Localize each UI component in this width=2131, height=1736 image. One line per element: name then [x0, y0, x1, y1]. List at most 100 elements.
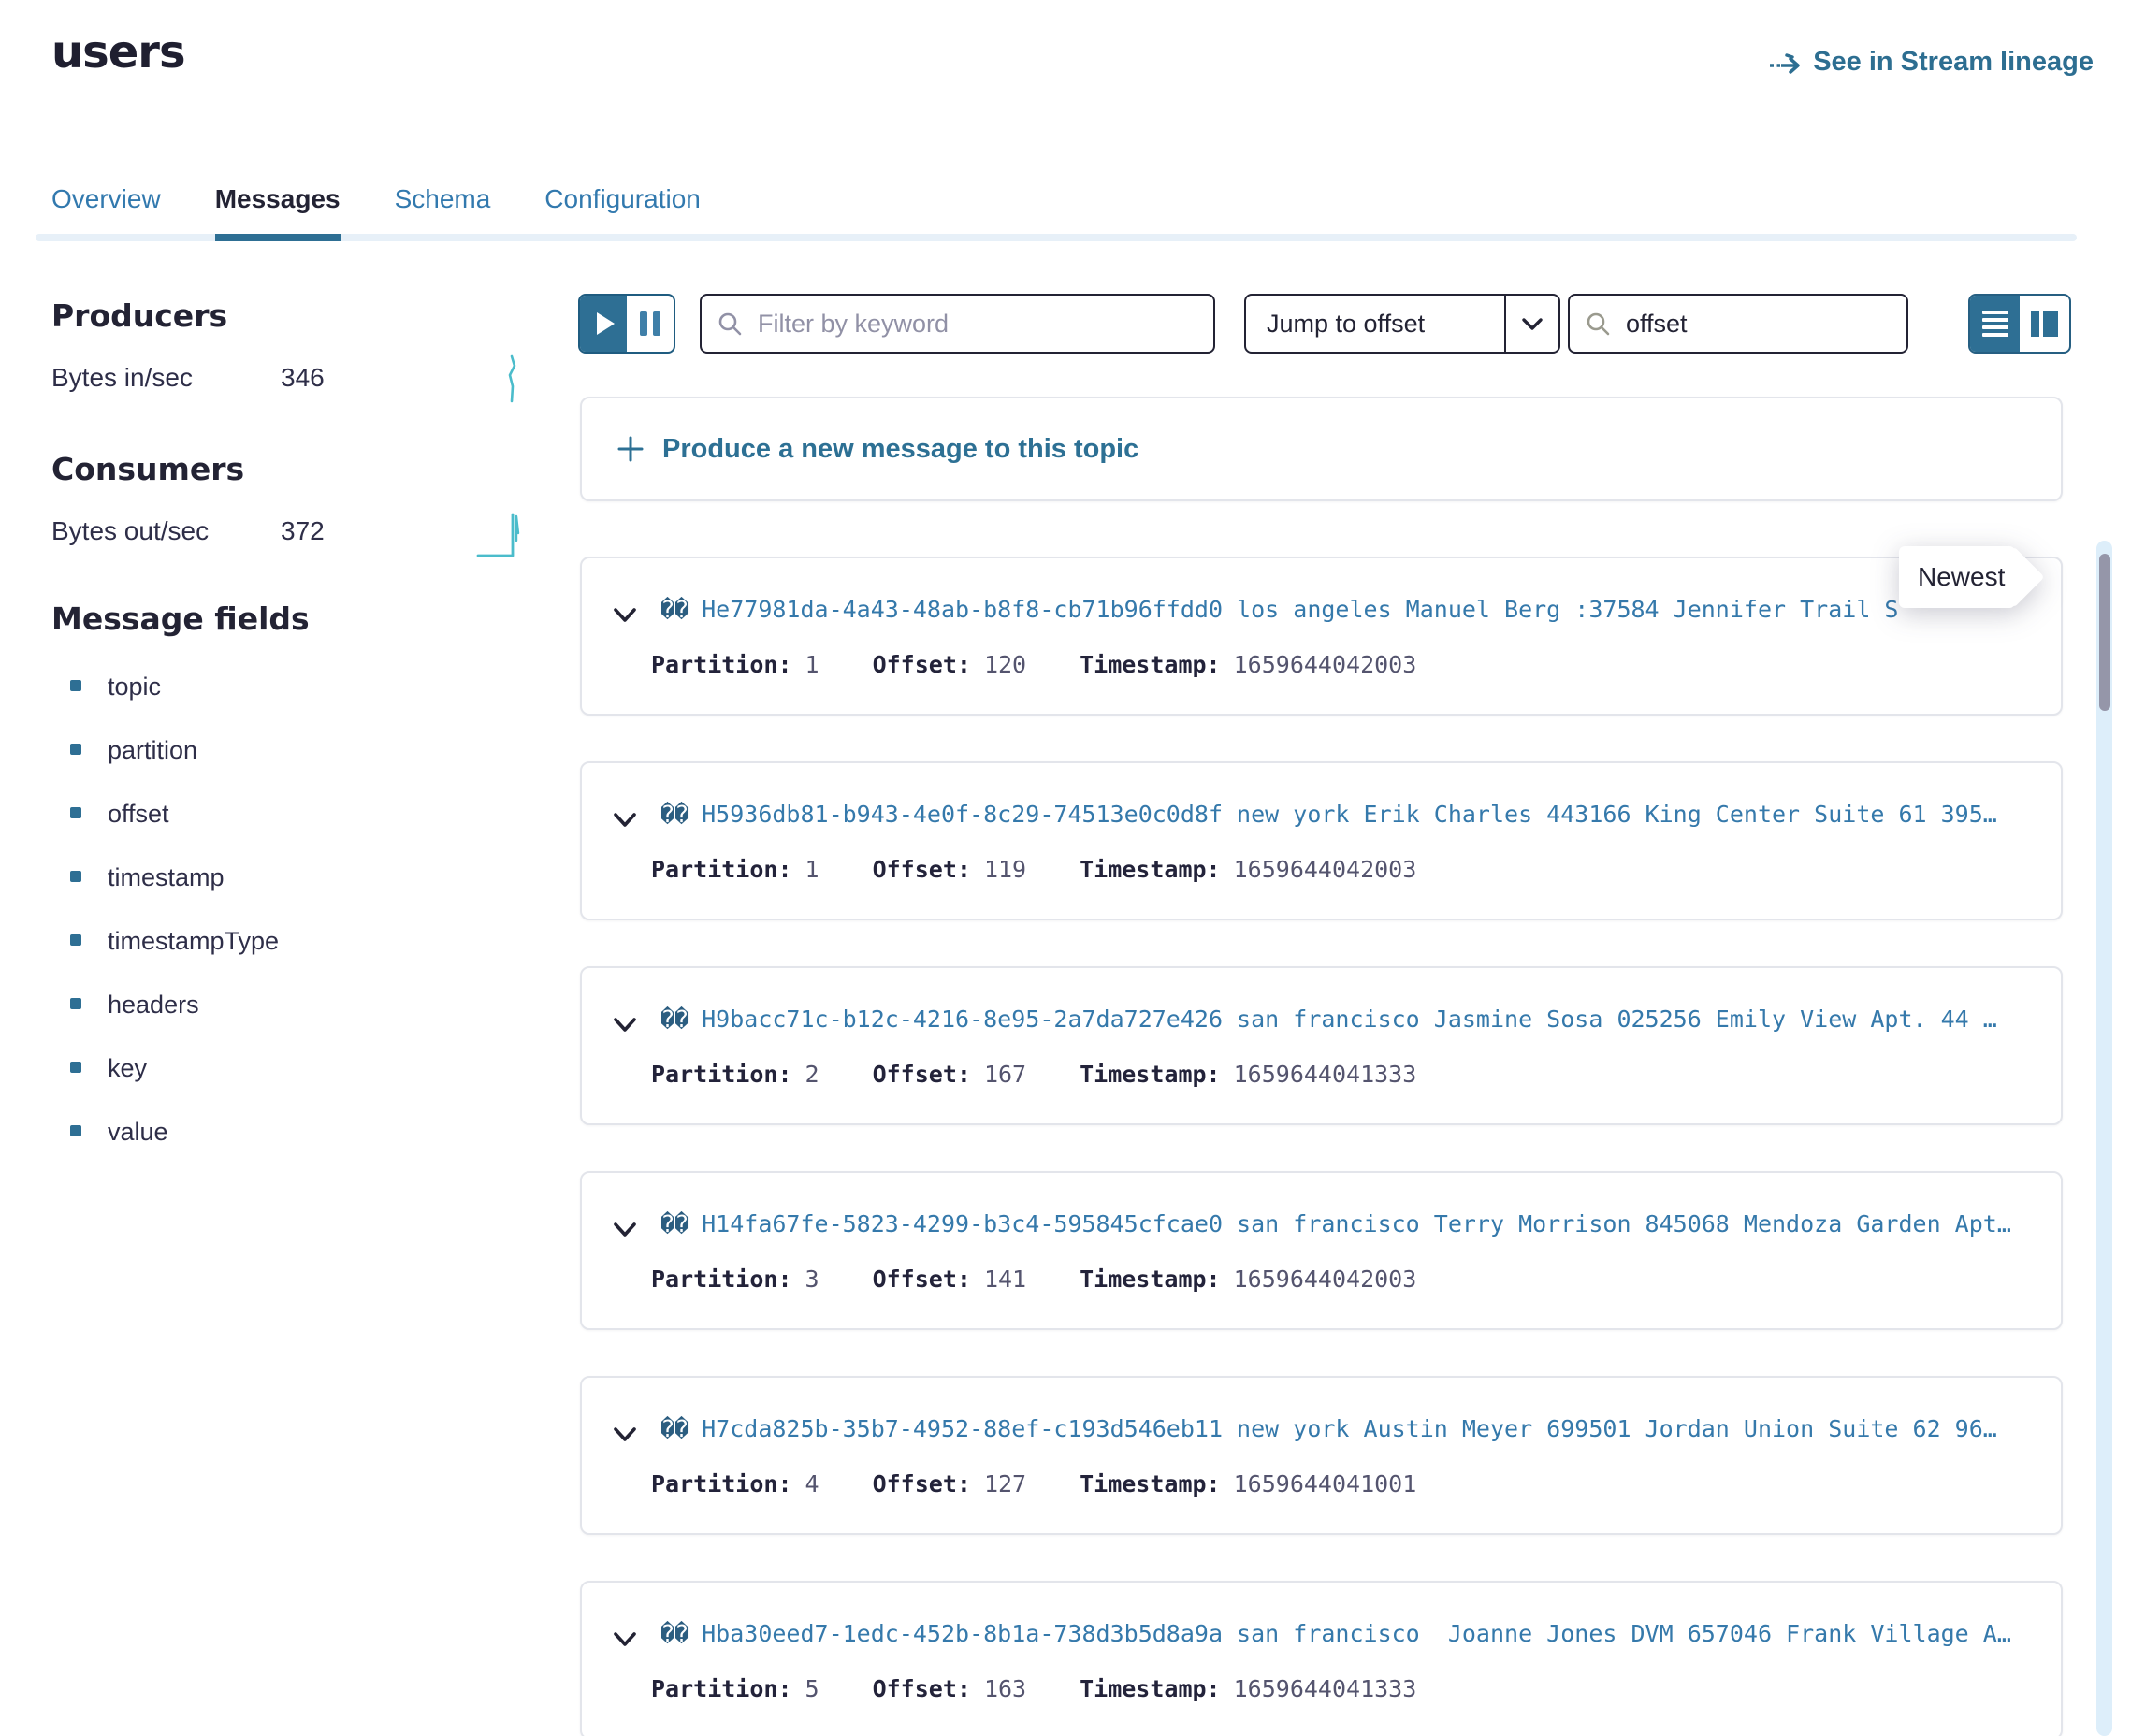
- offset-search-input[interactable]: [1568, 294, 1908, 354]
- chevron-down-icon: [1521, 317, 1544, 331]
- square-bullet-icon: [70, 1062, 81, 1073]
- offset-label: Offset:: [873, 650, 971, 680]
- message-key: He77981da-4a43-48ab-b8f8-cb71b96ffdd0 lo…: [702, 596, 1898, 623]
- message-row[interactable]: �� H9bacc71c-b12c-4216-8e95-2a7da727e426…: [580, 966, 2063, 1125]
- message-meta: Partition: 4 Offset: 127 Timestamp: 1659644…: [582, 1469, 1416, 1499]
- tab-messages[interactable]: Messages: [215, 183, 341, 241]
- timestamp-value: 1659644041001: [1234, 1469, 1417, 1499]
- field-item-headers[interactable]: headers: [51, 990, 279, 1053]
- message-key: Hba30eed7-1edc-452b-8b1a-738d3b5d8a9a sa…: [702, 1620, 2011, 1647]
- square-bullet-icon: [70, 1125, 81, 1136]
- plus-icon: [616, 434, 645, 464]
- message-row[interactable]: �� H7cda825b-35b7-4952-88ef-c193d546eb11…: [580, 1376, 2063, 1535]
- partition-value: 5: [805, 1674, 819, 1704]
- message-meta: Partition:5 Offset:163 Timestamp:1659644…: [582, 1674, 1416, 1704]
- binary-bytes-glyph: ��: [660, 1005, 689, 1033]
- stream-lineage-label: See in Stream lineage: [1813, 47, 2094, 78]
- list-view-button[interactable]: [1970, 296, 2020, 352]
- offset-value: 163: [984, 1674, 1026, 1704]
- message-key-line: �� H14fa67fe-5823-4299-b3c4-595845cfcae0…: [582, 1210, 2037, 1237]
- partition-value: 3: [805, 1265, 819, 1295]
- message-list-scrollbar[interactable]: [2096, 541, 2112, 1736]
- timestamp-label: Timestamp:: [1080, 1674, 1221, 1704]
- message-key-line: �� Hba30eed7-1edc-452b-8b1a-738d3b5d8a9a…: [582, 1620, 2037, 1647]
- topic-page: users See in Stream lineage Overview Mes…: [0, 0, 2131, 1736]
- message-meta: Partition:1 Offset:119 Timestamp:1659644…: [582, 855, 1416, 885]
- partition-value: 4: [805, 1469, 819, 1499]
- tab-bar: Overview Messages Schema Configuration: [51, 183, 701, 241]
- message-key: H9bacc71c-b12c-4216-8e95-2a7da727e426 sa…: [702, 1005, 1997, 1033]
- bytes-out-metric: Bytes out/sec 372: [51, 516, 538, 546]
- square-bullet-icon: [70, 998, 81, 1009]
- partition-label: Partition:: [651, 855, 792, 885]
- partition-label: Partition:: [651, 1674, 792, 1704]
- field-item-offset[interactable]: offset: [51, 799, 279, 862]
- message-key-line: �� H5936db81-b943-4e0f-8c29-74513e0c0d8f…: [582, 801, 2037, 828]
- dashed-arrow-icon: [1768, 51, 1802, 75]
- producers-heading: Producers: [51, 297, 227, 334]
- offset-value: 120: [984, 650, 1026, 680]
- square-bullet-icon: [70, 934, 81, 946]
- column-view-button[interactable]: [2020, 296, 2069, 352]
- bytes-out-sparkline: [475, 505, 528, 561]
- message-meta: Partition:3 Offset:141 Timestamp:1659644…: [582, 1265, 1416, 1295]
- partition-value: 1: [805, 650, 819, 680]
- message-key: H14fa67fe-5823-4299-b3c4-595845cfcae0 sa…: [702, 1210, 2011, 1237]
- field-item-key[interactable]: key: [51, 1053, 279, 1117]
- field-item-value[interactable]: value: [51, 1117, 279, 1180]
- message-row[interactable]: �� H5936db81-b943-4e0f-8c29-74513e0c0d8f…: [580, 761, 2063, 920]
- bytes-in-value: 346: [281, 363, 325, 393]
- message-key-line: �� H9bacc71c-b12c-4216-8e95-2a7da727e426…: [582, 1005, 2037, 1033]
- timestamp-label: Timestamp:: [1080, 1469, 1221, 1499]
- message-key: H5936db81-b943-4e0f-8c29-74513e0c0d8f ne…: [702, 801, 1997, 828]
- offset-search-wrap: [1568, 294, 1908, 354]
- bytes-in-metric: Bytes in/sec 346: [51, 363, 538, 393]
- partition-value: 1: [805, 855, 819, 885]
- page-title: users: [51, 26, 185, 79]
- timestamp-label: Timestamp:: [1080, 1060, 1221, 1090]
- play-pause-group: [578, 294, 675, 354]
- binary-bytes-glyph: ��: [660, 1210, 689, 1237]
- offset-value: 127: [984, 1469, 1026, 1499]
- binary-bytes-glyph: ��: [660, 1620, 689, 1647]
- timestamp-label: Timestamp:: [1080, 650, 1221, 680]
- message-key-line: �� He77981da-4a43-48ab-b8f8-cb71b96ffdd0…: [582, 596, 2037, 623]
- message-row[interactable]: �� He77981da-4a43-48ab-b8f8-cb71b96ffdd0…: [580, 557, 2063, 716]
- field-item-topic[interactable]: topic: [51, 672, 279, 735]
- pause-button[interactable]: [627, 296, 674, 352]
- timestamp-value: 1659644041333: [1234, 1674, 1417, 1704]
- offset-label: Offset:: [873, 855, 971, 885]
- bytes-out-value: 372: [281, 516, 325, 546]
- field-item-partition[interactable]: partition: [51, 735, 279, 799]
- timestamp-label: Timestamp:: [1080, 1265, 1221, 1295]
- timestamp-label: Timestamp:: [1080, 855, 1221, 885]
- offset-label: Offset:: [873, 1060, 971, 1090]
- filter-input[interactable]: [700, 294, 1215, 354]
- offset-label: Offset:: [873, 1469, 971, 1499]
- message-row[interactable]: �� Hba30eed7-1edc-452b-8b1a-738d3b5d8a9a…: [580, 1581, 2063, 1736]
- tab-configuration[interactable]: Configuration: [544, 183, 701, 241]
- partition-label: Partition:: [651, 1469, 792, 1499]
- play-button[interactable]: [580, 296, 627, 352]
- binary-bytes-glyph: ��: [660, 596, 689, 623]
- consumers-heading: Consumers: [51, 451, 244, 487]
- offset-value: 167: [984, 1060, 1026, 1090]
- bytes-out-label: Bytes out/sec: [51, 516, 281, 546]
- list-view-icon: [1982, 311, 2008, 337]
- field-item-timestamp[interactable]: timestamp: [51, 862, 279, 926]
- message-row[interactable]: �� H14fa67fe-5823-4299-b3c4-595845cfcae0…: [580, 1171, 2063, 1330]
- message-key: H7cda825b-35b7-4952-88ef-c193d546eb11 ne…: [702, 1415, 1997, 1442]
- scrollbar-thumb[interactable]: [2099, 554, 2110, 711]
- jump-to-offset-select[interactable]: Jump to offset: [1244, 294, 1560, 354]
- select-chevron-zone[interactable]: [1504, 296, 1558, 352]
- pause-icon: [640, 311, 660, 336]
- partition-label: Partition:: [651, 650, 792, 680]
- produce-message-button[interactable]: Produce a new message to this topic: [580, 397, 2063, 501]
- tab-overview[interactable]: Overview: [51, 183, 161, 241]
- field-item-timestampType[interactable]: timestampType: [51, 926, 279, 990]
- tab-schema[interactable]: Schema: [395, 183, 491, 241]
- square-bullet-icon: [70, 807, 81, 818]
- message-fields-list: topic partition offset timestamp timesta…: [51, 672, 279, 1180]
- message-meta: Partition:1 Offset:120 Timestamp:1659644…: [582, 650, 1416, 680]
- stream-lineage-link[interactable]: See in Stream lineage: [1768, 47, 2094, 78]
